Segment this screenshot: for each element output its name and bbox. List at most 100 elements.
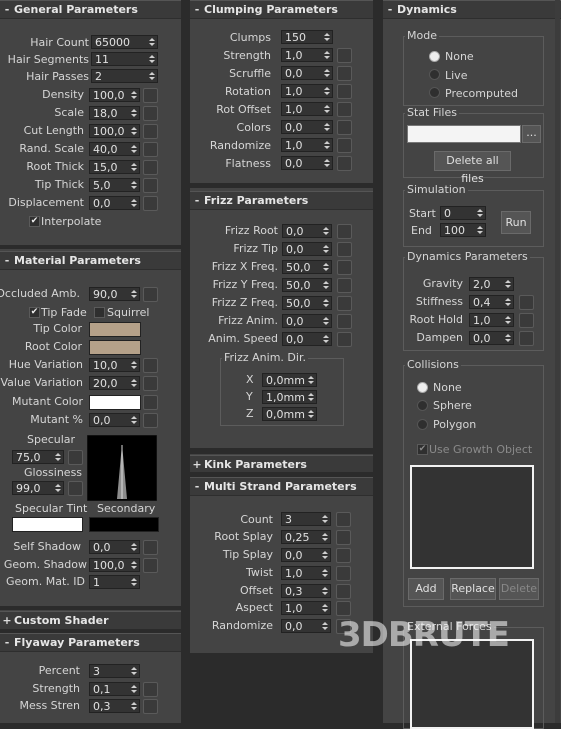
frizz-x-freq-map-button[interactable] (337, 260, 352, 275)
root-hold-map-button[interactable] (519, 313, 534, 328)
rot-offset-map-button[interactable] (337, 102, 352, 117)
material-parameters-header[interactable]: - Material Parameters (0, 251, 181, 270)
stat-files-browse-button[interactable]: ... (522, 125, 541, 143)
flyaway-strength-spinner[interactable]: 0,1 (89, 682, 140, 696)
density-spinner[interactable]: 100,0 (89, 88, 140, 102)
root-thick-map-button[interactable] (143, 160, 158, 175)
tip-fade-checkbox[interactable]: ✔ (29, 307, 40, 318)
frizz-y-freq-map-button[interactable] (337, 278, 352, 293)
root-hold-spinner[interactable]: 1,0 (469, 313, 514, 327)
root-thick-spinner[interactable]: 15,0 (89, 160, 140, 174)
mode-live-radio[interactable] (429, 69, 440, 80)
count-map-button[interactable] (336, 512, 351, 527)
frizz-root-map-button[interactable] (337, 224, 352, 239)
mode-precomputed-radio[interactable] (429, 87, 440, 98)
aspect-map-button[interactable] (336, 601, 351, 616)
collision-add-button[interactable]: Add (408, 578, 444, 600)
frizz-parameters-header[interactable]: - Frizz Parameters (190, 191, 373, 210)
multi-strand-parameters-header[interactable]: - Multi Strand Parameters (190, 477, 373, 496)
general-parameters-header[interactable]: - General Parameters (0, 0, 181, 19)
dampen-spinner[interactable]: 0,0 (469, 331, 514, 345)
collision-sphere-radio[interactable] (417, 400, 428, 411)
clump-strength-spinner[interactable]: 1,0 (281, 48, 333, 62)
displacement-spinner[interactable]: 0,0 (89, 196, 140, 210)
collision-polygon-radio[interactable] (417, 419, 428, 430)
density-map-button[interactable] (143, 88, 158, 103)
frizz-tip-map-button[interactable] (337, 242, 352, 257)
frizz-z-freq-spinner[interactable]: 50,0 (282, 296, 332, 310)
root-splay-map-button[interactable] (336, 530, 351, 545)
specular-map-button[interactable] (68, 450, 83, 465)
gravity-spinner[interactable]: 2,0 (469, 277, 514, 291)
dir-x-spinner[interactable]: 0,0mm (262, 373, 317, 387)
dir-z-spinner[interactable]: 0,0mm (262, 407, 317, 421)
cut-length-map-button[interactable] (143, 124, 158, 139)
tip-thick-map-button[interactable] (143, 178, 158, 193)
collision-none-radio[interactable] (417, 382, 428, 393)
custom-shader-header[interactable]: + Custom Shader (0, 611, 181, 630)
panel-scrollbar[interactable] (555, 0, 560, 723)
hue-variation-spinner[interactable]: 10,0 (89, 358, 140, 372)
stiffness-map-button[interactable] (519, 295, 534, 310)
frizz-anim-spinner[interactable]: 0,0 (282, 314, 332, 328)
dynamics-header[interactable]: - Dynamics (383, 0, 561, 19)
scale-map-button[interactable] (143, 106, 158, 121)
frizz-anim-map-button[interactable] (337, 314, 352, 329)
root-color-swatch[interactable] (89, 340, 141, 355)
dir-y-spinner[interactable]: 1,0mm (262, 390, 317, 404)
frizz-y-freq-spinner[interactable]: 50,0 (282, 278, 332, 292)
specular-spinner[interactable]: 75,0 (12, 450, 64, 464)
hue-variation-map-button[interactable] (143, 358, 158, 373)
clump-strength-map-button[interactable] (337, 48, 352, 63)
run-button[interactable]: Run (501, 211, 531, 234)
flatness-spinner[interactable]: 0,0 (281, 156, 333, 170)
twist-spinner[interactable]: 1,0 (281, 566, 331, 580)
frizz-tip-spinner[interactable]: 0,0 (282, 242, 332, 256)
clumping-parameters-header[interactable]: - Clumping Parameters (190, 0, 373, 19)
dampen-map-button[interactable] (519, 331, 534, 346)
value-variation-map-button[interactable] (143, 376, 158, 391)
offset-spinner[interactable]: 0,3 (281, 584, 331, 598)
glossiness-map-button[interactable] (68, 481, 83, 496)
colors-spinner[interactable]: 0,0 (281, 120, 333, 134)
tip-color-swatch[interactable] (89, 322, 141, 337)
hair-segments-spinner[interactable]: 11 (91, 52, 158, 66)
root-splay-spinner[interactable]: 0,25 (281, 530, 331, 544)
interpolate-checkbox[interactable]: ✔ (29, 216, 40, 227)
flatness-map-button[interactable] (337, 156, 352, 171)
value-variation-spinner[interactable]: 20,0 (89, 376, 140, 390)
rotation-map-button[interactable] (337, 84, 352, 99)
clump-randomize-spinner[interactable]: 1,0 (281, 138, 333, 152)
sim-start-spinner[interactable]: 0 (440, 206, 486, 220)
aspect-spinner[interactable]: 1,0 (281, 601, 331, 615)
anim-speed-map-button[interactable] (337, 332, 352, 347)
cut-length-spinner[interactable]: 100,0 (89, 124, 140, 138)
hair-passes-spinner[interactable]: 2 (91, 69, 158, 83)
clump-randomize-map-button[interactable] (337, 138, 352, 153)
use-growth-object-checkbox[interactable]: ✔ (417, 444, 428, 455)
colors-map-button[interactable] (337, 120, 352, 135)
squirrel-checkbox[interactable] (94, 307, 105, 318)
rand-scale-map-button[interactable] (143, 142, 158, 157)
geom-mat-id-spinner[interactable]: 1 (89, 575, 140, 589)
flyaway-strength-map-button[interactable] (143, 682, 158, 697)
sim-end-spinner[interactable]: 100 (440, 223, 486, 237)
displacement-map-button[interactable] (143, 196, 158, 211)
percent-spinner[interactable]: 3 (89, 664, 140, 678)
scruffle-map-button[interactable] (337, 66, 352, 81)
ms-randomize-spinner[interactable]: 0,0 (281, 619, 331, 633)
delete-all-files-button[interactable]: Delete all files (434, 151, 511, 185)
geom-shadow-spinner[interactable]: 100,0 (89, 558, 140, 572)
collision-delete-button[interactable]: Delete (499, 578, 539, 600)
geom-shadow-map-button[interactable] (143, 558, 158, 573)
clumps-spinner[interactable]: 150 (281, 30, 333, 44)
collision-replace-button[interactable]: Replace (450, 578, 496, 600)
collision-objects-list[interactable] (410, 465, 534, 569)
twist-map-button[interactable] (336, 566, 351, 581)
hair-count-spinner[interactable]: 65000 (91, 35, 158, 49)
frizz-root-spinner[interactable]: 0,0 (282, 224, 332, 238)
flyaway-parameters-header[interactable]: - Flyaway Parameters (0, 633, 181, 652)
secondary-swatch[interactable] (89, 517, 159, 532)
tip-splay-map-button[interactable] (336, 548, 351, 563)
frizz-x-freq-spinner[interactable]: 50,0 (282, 260, 332, 274)
